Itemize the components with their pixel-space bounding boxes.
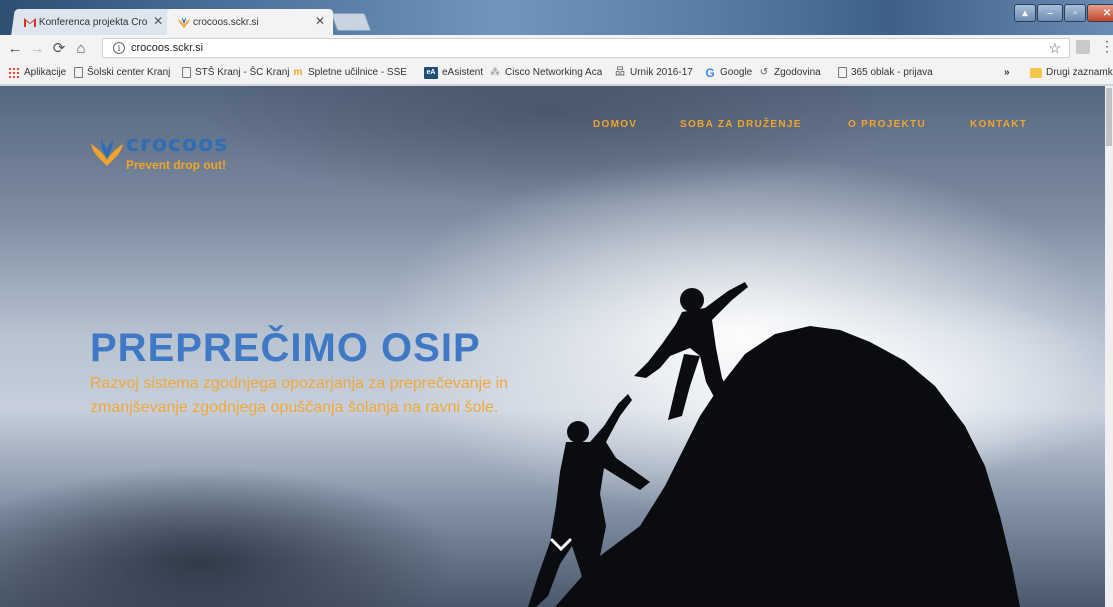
history-icon: ↺ — [759, 66, 769, 78]
bookmark-solski-center[interactable]: Šolski center Kranj — [74, 61, 170, 84]
bookmark-apps[interactable]: Aplikacije — [8, 61, 66, 84]
browser-toolbar: ← → ⟳ ⌂ i crocoos.sckr.si ☆ ⋮ — [0, 35, 1113, 61]
address-bar[interactable]: i crocoos.sckr.si ☆ — [102, 38, 1070, 58]
nav-domov[interactable]: DOMOV — [593, 119, 637, 130]
back-arrow-icon[interactable]: ← — [4, 40, 26, 57]
chevron-down-icon[interactable] — [549, 537, 573, 553]
bookmark-label: 365 oblak - prijava — [851, 67, 933, 78]
logo-wordmark: crocoos — [126, 132, 229, 157]
bookmark-spletne-ucilnice[interactable]: m Spletne učilnice - SŠE — [292, 61, 407, 84]
window-close-icon[interactable]: ✕ — [1087, 4, 1113, 22]
bookmark-zgodovina[interactable]: ↺ Zgodovina — [758, 61, 821, 84]
close-icon[interactable]: ✕ — [153, 14, 163, 28]
gmail-icon — [24, 18, 36, 27]
google-icon: G — [705, 65, 715, 80]
tab-crocoos[interactable]: crocoos.sckr.si ✕ — [167, 9, 333, 35]
kebab-menu-icon[interactable]: ⋮ — [1100, 38, 1113, 55]
crocoos-logo-icon — [91, 139, 123, 166]
bookmark-urnik[interactable]: 品 Urnik 2016-17 — [614, 61, 693, 84]
home-icon[interactable]: ⌂ — [70, 40, 92, 57]
bookmarks-bar: Aplikacije Šolski center Kranj STŠ Kranj… — [0, 61, 1113, 85]
hero-headline: PREPREČIMO OSIP — [90, 326, 481, 370]
bookmark-star-icon[interactable]: ☆ — [1048, 40, 1061, 57]
bookmark-google[interactable]: G Google — [704, 61, 752, 84]
url-text: crocoos.sckr.si — [131, 42, 204, 54]
bookmark-label: Google — [720, 67, 753, 78]
window-controls: ▴ – ▫ ✕ — [1013, 4, 1113, 22]
bookmark-other-folder[interactable]: Drugi zaznamki — [1030, 61, 1113, 84]
tab-gmail[interactable]: Konferenca projekta Cro ✕ — [11, 9, 173, 35]
bookmark-easistent[interactable]: eA eAsistent — [424, 61, 483, 84]
bookmark-sts-kranj[interactable]: STŠ Kranj - ŠC Kranj — [182, 61, 289, 84]
apps-grid-icon — [8, 66, 20, 79]
folder-icon — [1030, 67, 1042, 78]
tab-strip: Konferenca projekta Cro ✕ crocoos.sckr.s… — [0, 0, 1113, 35]
easistent-icon: eA — [424, 66, 438, 79]
forward-arrow-icon[interactable]: → — [26, 40, 48, 57]
bookmark-label: eAsistent — [442, 67, 484, 78]
bookmark-cisco[interactable]: ⁂ Cisco Networking Aca — [489, 61, 602, 84]
maximize-icon[interactable]: ▫ — [1064, 4, 1086, 22]
page-icon — [182, 67, 191, 78]
bookmark-label: STŠ Kranj - ŠC Kranj — [195, 67, 290, 78]
site-logo[interactable]: crocoos Prevent drop out! — [90, 132, 260, 176]
crocoos-icon — [178, 17, 190, 28]
bookmark-label: Cisco Networking Aca — [505, 67, 603, 78]
restore-icon[interactable]: ▴ — [1014, 4, 1036, 22]
network-icon: 品 — [615, 66, 625, 78]
bookmark-label: Zgodovina — [774, 67, 821, 78]
scrollbar-thumb[interactable] — [1106, 88, 1112, 146]
nav-o-projektu[interactable]: O PROJEKTU — [848, 119, 926, 130]
nav-soba-za-druzenje[interactable]: SOBA ZA DRUŽENJE — [680, 119, 802, 130]
bookmark-365-oblak[interactable]: 365 oblak - prijava — [838, 61, 933, 84]
page-icon — [74, 67, 83, 78]
close-icon[interactable]: ✕ — [315, 14, 325, 28]
hero-section: crocoos Prevent drop out! DOMOV SOBA ZA … — [0, 86, 1113, 607]
info-icon[interactable]: i — [113, 42, 125, 54]
bookmark-label: Urnik 2016-17 — [630, 67, 693, 78]
minimize-icon[interactable]: – — [1037, 4, 1063, 22]
bookmark-label: Spletne učilnice - SŠE — [308, 67, 407, 78]
reload-icon[interactable]: ⟳ — [48, 39, 70, 57]
bookmark-label: Aplikacije — [24, 67, 67, 78]
moodle-icon: m — [293, 66, 303, 78]
extension-icon[interactable] — [1076, 40, 1090, 54]
hero-subheadline: Razvoj sistema zgodnjega opozarjanja za … — [90, 375, 509, 416]
logo-tagline: Prevent drop out! — [126, 158, 227, 172]
nav-kontakt[interactable]: KONTAKT — [970, 119, 1027, 130]
bookmark-label: Drugi zaznamki — [1046, 67, 1113, 78]
page-scrollbar[interactable] — [1105, 86, 1113, 607]
bookmark-label: Šolski center Kranj — [87, 67, 171, 78]
tab-title: crocoos.sckr.si — [193, 16, 259, 28]
page-icon — [838, 67, 847, 78]
new-tab-button[interactable] — [330, 13, 372, 31]
tab-title: Konferenca projekta Cro — [39, 16, 148, 28]
bookmarks-overflow-button[interactable]: » — [1004, 61, 1010, 84]
cisco-icon: ⁂ — [490, 66, 500, 78]
